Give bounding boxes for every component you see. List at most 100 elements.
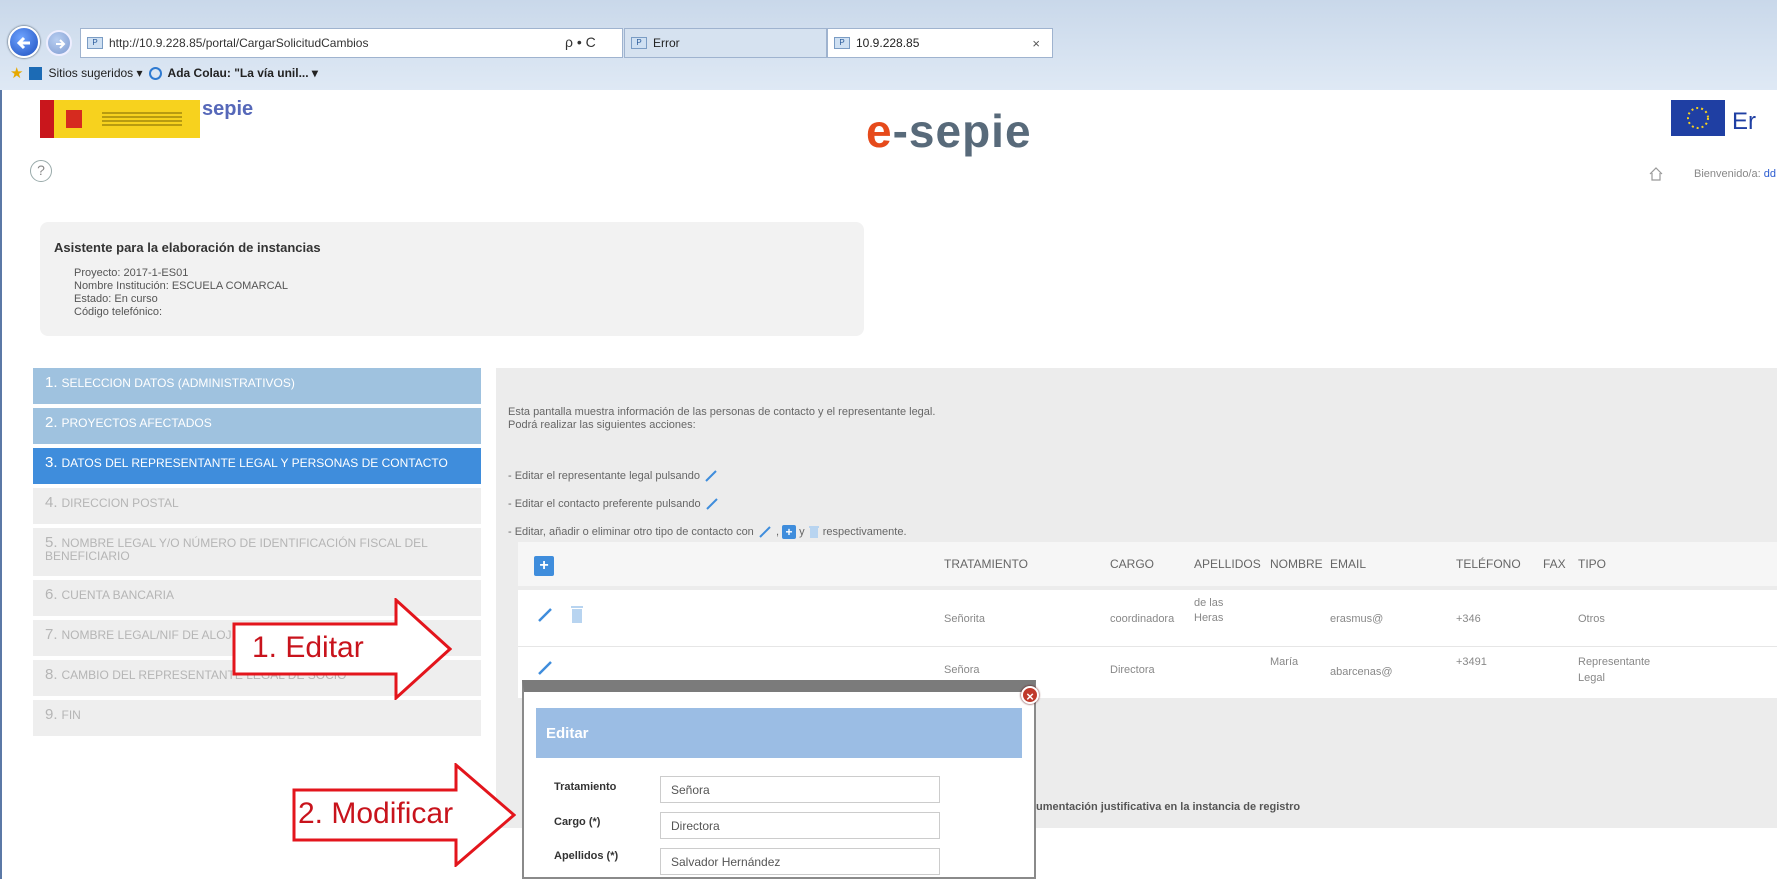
cell-tipo-2: Legal: [1578, 672, 1605, 684]
modal-title: Editar: [536, 708, 1022, 758]
action-2-text: - Editar el contacto preferente pulsando: [508, 497, 701, 510]
step-9[interactable]: 9. FIN: [33, 700, 481, 736]
step-number: 4.: [45, 494, 58, 511]
edit-pencil-icon[interactable]: [536, 659, 554, 677]
cell-tipo: Otros: [1578, 613, 1605, 625]
page-icon: P: [87, 37, 103, 49]
action-line-3: - Editar, añadir o eliminar otro tipo de…: [508, 524, 907, 540]
info-title: Asistente para la elaboración de instanc…: [54, 240, 321, 255]
step-label: CUENTA BANCARIA: [61, 588, 174, 602]
ie-icon: [148, 66, 162, 80]
step-label: SELECCION DATOS (ADMINISTRATIVOS): [61, 376, 295, 390]
cell-tratamiento: Señora: [944, 664, 980, 676]
eu-text: Er: [1732, 108, 1756, 135]
cell-email: abarcenas@: [1330, 666, 1393, 678]
label-tratamiento: Tratamiento: [554, 781, 617, 793]
label-cargo: Cargo (*): [554, 816, 601, 828]
step-4[interactable]: 4. DIRECCION POSTAL: [33, 488, 481, 524]
cell-tratamiento: Señorita: [944, 613, 985, 625]
col-nombre: NOMBRE: [1270, 557, 1323, 571]
tab-label: 10.9.228.85: [856, 36, 920, 50]
favorites-bar: ★ Sitios sugeridos ▾ Ada Colau: "La vía …: [0, 60, 1777, 86]
add-icon: +: [782, 525, 797, 539]
cell-nombre: María: [1270, 656, 1299, 668]
edit-modal: Editar Tratamiento Señora Cargo (*) Dire…: [522, 680, 1036, 879]
home-icon[interactable]: [1648, 166, 1664, 187]
table-row: Señorita coordinadora de las Heras erasm…: [518, 590, 1777, 646]
col-email: EMAIL: [1330, 557, 1367, 571]
step-1[interactable]: 1. SELECCION DATOS (ADMINISTRATIVOS): [33, 368, 481, 404]
spain-shield-icon: [64, 108, 84, 130]
label-apellidos: Apellidos (*): [554, 850, 619, 862]
info-estado: Estado: En curso: [74, 293, 158, 305]
step-3[interactable]: 3. DATOS DEL REPRESENTANTE LEGAL Y PERSON…: [33, 448, 481, 484]
step-label: NOMBRE LEGAL/NIF DE ALOJ...: [61, 628, 242, 642]
add-contact-button[interactable]: +: [534, 556, 554, 576]
instance-info-box: Asistente para la elaboración de instanc…: [40, 222, 864, 336]
step-2[interactable]: 2. PROYECTOS AFECTADOS: [33, 408, 481, 444]
government-logo[interactable]: [40, 100, 200, 138]
sepie-logo[interactable]: sepie: [202, 98, 253, 121]
trash-icon[interactable]: [570, 604, 584, 624]
cell-apellidos-1: de las: [1194, 597, 1224, 609]
address-bar[interactable]: P http://10.9.228.85/portal/CargarSolici…: [80, 28, 623, 58]
page-icon: P: [631, 37, 647, 49]
col-apellidos: APELLIDOS: [1194, 557, 1261, 571]
back-button[interactable]: [8, 26, 40, 58]
step-label: DIRECCION POSTAL: [61, 496, 179, 510]
step-label: NOMBRE LEGAL Y/O NÚMERO DE IDENTIFICACIÓ…: [45, 536, 428, 563]
action-3-and: y: [799, 525, 805, 538]
step-number: 8.: [45, 666, 58, 683]
pencil-icon: [705, 470, 717, 482]
step-number: 2.: [45, 414, 58, 431]
welcome-user[interactable]: dd: [1764, 168, 1776, 180]
intro-line-1: Esta pantalla muestra información de las…: [508, 406, 936, 418]
arrow-left-icon: [16, 36, 30, 50]
close-tab-icon[interactable]: ×: [1032, 36, 1040, 51]
ministry-text-graphic: [102, 112, 182, 126]
edit-pencil-icon[interactable]: [536, 606, 554, 624]
tab-label: Error: [653, 36, 680, 50]
col-fax: FAX: [1543, 557, 1566, 571]
cargo-field[interactable]: Directora: [660, 812, 940, 839]
annotation-label-edit: 1. Editar: [252, 631, 364, 664]
col-tratamiento: TRATAMIENTO: [944, 557, 1028, 571]
action-3-end: respectivamente.: [822, 525, 907, 538]
favorite-suggested-sites[interactable]: Sitios sugeridos ▾: [48, 66, 142, 80]
col-telefono: TELÉFONO: [1456, 557, 1521, 571]
favorite-link[interactable]: Ada Colau: "La vía unil... ▾: [168, 66, 318, 80]
star-icon[interactable]: ★: [10, 64, 23, 82]
arrow-right-icon: [56, 39, 66, 49]
step-number: 6.: [45, 586, 58, 603]
step-5[interactable]: 5. NOMBRE LEGAL Y/O NÚMERO DE IDENTIFICAC…: [33, 528, 481, 576]
url-text: http://10.9.228.85/portal/CargarSolicitu…: [109, 36, 369, 50]
col-tipo: TIPO: [1578, 557, 1607, 571]
site-header: sepie e-sepie Er: [2, 90, 1777, 162]
tab-active[interactable]: P 10.9.228.85 ×: [827, 28, 1053, 58]
help-icon[interactable]: ?: [30, 160, 52, 182]
col-cargo: CARGO: [1110, 557, 1155, 571]
close-icon[interactable]: ×: [1021, 686, 1039, 704]
info-institucion: Nombre Institución: ESCUELA COMARCAL: [74, 280, 288, 292]
action-3-text: - Editar, añadir o eliminar otro tipo de…: [508, 525, 754, 538]
step-number: 7.: [45, 626, 58, 643]
action-3-comma: ,: [775, 525, 779, 538]
cell-email: erasmus@: [1330, 613, 1384, 625]
search-refresh-controls[interactable]: ρ • С: [565, 34, 596, 50]
e-sepie-logo[interactable]: e-sepie: [866, 104, 1032, 158]
tab-error[interactable]: P Error: [624, 28, 827, 58]
cell-telefono: +346: [1456, 613, 1481, 625]
pencil-icon: [705, 498, 718, 510]
pencil-icon: [759, 526, 771, 538]
annotation-label-modify: 2. Modificar: [298, 797, 454, 830]
step-number: 3.: [45, 454, 58, 471]
step-number: 9.: [45, 706, 58, 723]
step-number: 1.: [45, 374, 58, 391]
documentation-note: umentación justificativa en la instancia…: [1036, 801, 1301, 813]
tratamiento-field[interactable]: Señora: [660, 776, 940, 803]
apellidos-field[interactable]: Salvador Hernández: [660, 848, 940, 875]
forward-button[interactable]: [46, 30, 72, 56]
action-line-2: - Editar el contacto preferente pulsando: [508, 496, 720, 512]
eu-flag-icon: [1671, 100, 1725, 136]
cell-telefono: +3491: [1456, 656, 1487, 668]
